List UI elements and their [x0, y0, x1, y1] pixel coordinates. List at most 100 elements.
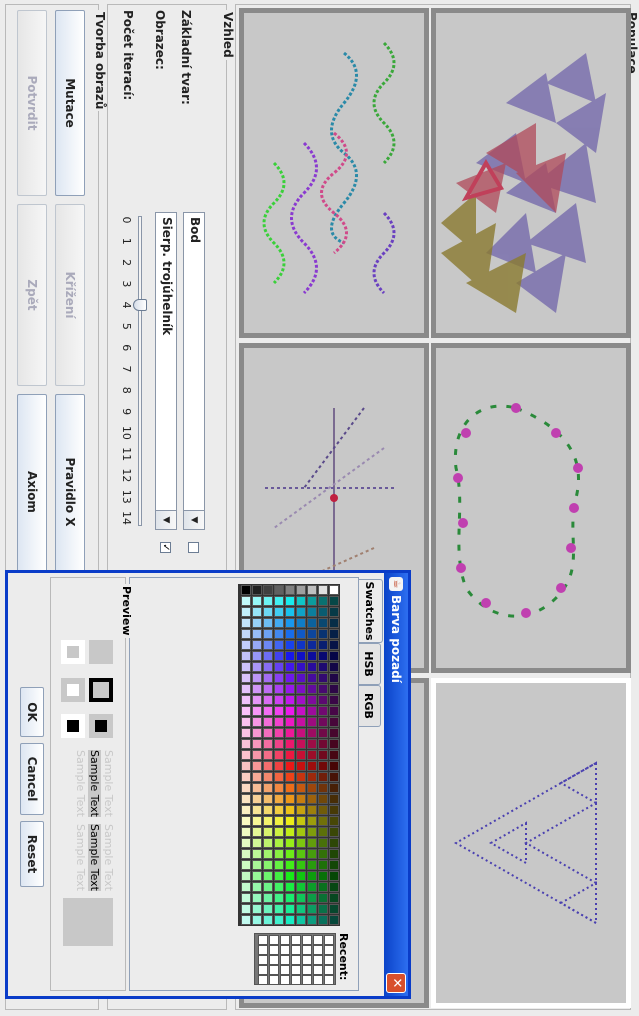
color-swatch[interactable]: [274, 849, 284, 859]
color-swatch[interactable]: [307, 706, 317, 716]
color-swatch[interactable]: [296, 827, 306, 837]
color-swatch[interactable]: [274, 607, 284, 617]
color-swatch[interactable]: [263, 882, 273, 892]
recent-swatch[interactable]: [258, 945, 268, 955]
color-swatch[interactable]: [274, 585, 284, 595]
color-swatch[interactable]: [285, 816, 295, 826]
color-swatch[interactable]: [307, 717, 317, 727]
color-swatch[interactable]: [307, 673, 317, 683]
color-swatch[interactable]: [274, 728, 284, 738]
color-swatch[interactable]: [307, 761, 317, 771]
population-cell-3[interactable]: [431, 678, 631, 1008]
color-swatch[interactable]: [274, 717, 284, 727]
population-cell-4[interactable]: [239, 8, 429, 338]
color-swatch[interactable]: [296, 673, 306, 683]
color-swatch[interactable]: [252, 706, 262, 716]
color-swatch[interactable]: [329, 794, 339, 804]
color-swatch[interactable]: [252, 717, 262, 727]
confirm-button[interactable]: Potvrdit: [17, 10, 47, 196]
recent-swatch[interactable]: [258, 955, 268, 965]
color-swatch[interactable]: [263, 915, 273, 925]
color-swatch[interactable]: [329, 750, 339, 760]
recent-grid[interactable]: [254, 933, 336, 985]
color-swatch[interactable]: [296, 662, 306, 672]
color-swatch[interactable]: [252, 607, 262, 617]
color-swatch[interactable]: [329, 772, 339, 782]
dialog-titlebar[interactable]: ☕ Barva pozadí ✕: [384, 573, 408, 996]
color-swatch[interactable]: [263, 761, 273, 771]
color-swatch[interactable]: [285, 596, 295, 606]
color-swatch[interactable]: [263, 827, 273, 837]
color-swatch[interactable]: [241, 794, 251, 804]
color-swatch[interactable]: [252, 794, 262, 804]
color-swatch[interactable]: [241, 827, 251, 837]
color-swatch[interactable]: [263, 849, 273, 859]
color-swatch[interactable]: [252, 695, 262, 705]
color-swatch[interactable]: [318, 618, 328, 628]
reset-button[interactable]: Reset: [20, 821, 44, 887]
color-swatch[interactable]: [274, 772, 284, 782]
color-swatch[interactable]: [263, 904, 273, 914]
color-swatch[interactable]: [296, 618, 306, 628]
color-swatch[interactable]: [252, 882, 262, 892]
color-swatch[interactable]: [263, 860, 273, 870]
color-swatch[interactable]: [296, 838, 306, 848]
color-swatch[interactable]: [241, 585, 251, 595]
color-swatch[interactable]: [329, 585, 339, 595]
color-swatch[interactable]: [329, 816, 339, 826]
recent-swatch[interactable]: [291, 955, 301, 965]
recent-swatch[interactable]: [269, 955, 279, 965]
color-swatch[interactable]: [307, 750, 317, 760]
color-swatch[interactable]: [318, 882, 328, 892]
color-swatch[interactable]: [241, 717, 251, 727]
color-swatch[interactable]: [241, 629, 251, 639]
color-swatch[interactable]: [296, 915, 306, 925]
cancel-button[interactable]: Cancel: [20, 743, 44, 815]
color-swatch[interactable]: [241, 662, 251, 672]
color-swatch[interactable]: [274, 860, 284, 870]
population-cell-1[interactable]: [431, 8, 631, 338]
color-swatch[interactable]: [296, 596, 306, 606]
recent-swatch[interactable]: [258, 975, 268, 985]
color-swatch[interactable]: [285, 893, 295, 903]
color-swatch[interactable]: [329, 860, 339, 870]
color-swatch[interactable]: [307, 629, 317, 639]
color-swatch[interactable]: [263, 585, 273, 595]
color-swatch[interactable]: [296, 772, 306, 782]
color-swatch[interactable]: [285, 662, 295, 672]
color-swatch[interactable]: [241, 772, 251, 782]
recent-swatch[interactable]: [269, 935, 279, 945]
color-swatch[interactable]: [252, 596, 262, 606]
color-swatch[interactable]: [318, 739, 328, 749]
color-swatch[interactable]: [252, 585, 262, 595]
color-swatch[interactable]: [274, 662, 284, 672]
color-swatch[interactable]: [296, 893, 306, 903]
recent-swatch[interactable]: [291, 975, 301, 985]
color-swatch[interactable]: [307, 838, 317, 848]
crossover-button[interactable]: Křížení: [55, 204, 85, 386]
recent-swatch[interactable]: [313, 975, 323, 985]
color-swatch[interactable]: [296, 816, 306, 826]
color-swatch[interactable]: [252, 783, 262, 793]
color-swatch[interactable]: [241, 596, 251, 606]
color-swatch[interactable]: [241, 618, 251, 628]
color-swatch[interactable]: [263, 651, 273, 661]
color-swatch[interactable]: [274, 596, 284, 606]
color-swatch[interactable]: [252, 618, 262, 628]
color-swatch[interactable]: [263, 816, 273, 826]
color-swatch[interactable]: [263, 607, 273, 617]
slider-thumb[interactable]: [133, 299, 147, 312]
color-swatch[interactable]: [241, 640, 251, 650]
color-swatch[interactable]: [263, 794, 273, 804]
color-swatch[interactable]: [263, 805, 273, 815]
color-swatch[interactable]: [241, 816, 251, 826]
color-swatch[interactable]: [318, 706, 328, 716]
color-swatch[interactable]: [329, 893, 339, 903]
color-swatch[interactable]: [318, 915, 328, 925]
recent-swatch[interactable]: [291, 965, 301, 975]
ok-button[interactable]: OK: [20, 687, 44, 737]
color-swatch[interactable]: [318, 904, 328, 914]
color-swatch[interactable]: [252, 651, 262, 661]
color-swatch[interactable]: [285, 684, 295, 694]
color-swatch[interactable]: [263, 596, 273, 606]
